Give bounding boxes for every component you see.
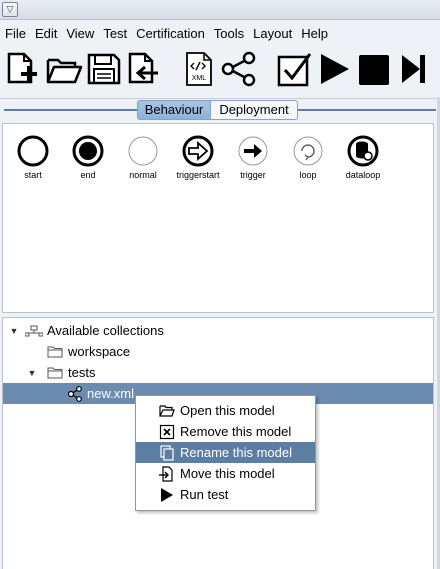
palette-label: end (80, 170, 96, 180)
tree-label-root: Available collections (47, 323, 164, 338)
menu-rename-model[interactable]: Rename this model (136, 442, 315, 463)
loop-node-icon (293, 136, 323, 166)
rename-copy-icon (160, 445, 174, 461)
validate-check-icon (277, 53, 312, 87)
toolbar: XML (0, 45, 440, 97)
palette-end[interactable]: end (60, 134, 116, 180)
palette-label: triggerstart (176, 170, 220, 180)
xml-file-icon: XML (186, 52, 212, 86)
node-palette: start end normal triggerstart trigger lo… (2, 123, 434, 313)
move-file-icon (159, 466, 173, 482)
menu-label-run: Run test (180, 487, 229, 502)
tree-label-workspace: workspace (68, 344, 131, 359)
open-folder-icon (46, 58, 83, 84)
menu-layout[interactable]: Layout (250, 26, 295, 41)
menu-run-test[interactable]: Run test (136, 484, 315, 505)
context-menu: Open this model Remove this model Rename… (135, 395, 316, 511)
start-node-icon (17, 135, 49, 167)
tab-behaviour[interactable]: Behaviour (137, 100, 211, 120)
menu-remove-model[interactable]: Remove this model (136, 421, 315, 442)
menu-label-rename: Rename this model (180, 445, 292, 460)
window-titlebar: ▽ (0, 0, 440, 20)
trigger-node-icon (238, 136, 268, 166)
palette-label: trigger (240, 170, 266, 180)
run-play-icon (321, 54, 349, 84)
save-icon (87, 53, 121, 85)
tree-label-tests: tests (68, 365, 96, 380)
graph-button[interactable] (220, 50, 258, 88)
menu-edit[interactable]: Edit (32, 26, 60, 41)
menu-label-remove: Remove this model (180, 424, 292, 439)
menu-label-move: Move this model (180, 466, 275, 481)
menu-help[interactable]: Help (298, 26, 331, 41)
folder-icon (47, 346, 63, 358)
menu-tools[interactable]: Tools (211, 26, 247, 41)
menu-label-open: Open this model (180, 403, 275, 418)
open-folder-icon (159, 405, 175, 417)
palette-dataloop[interactable]: dataloop (335, 134, 391, 180)
xml-icon-label: XML (192, 75, 207, 82)
expanded-triangle-icon[interactable]: ▼ (9, 326, 19, 336)
import-button[interactable] (125, 50, 163, 88)
menu-view[interactable]: View (63, 26, 97, 41)
palette-label: loop (299, 170, 317, 180)
stop-button[interactable] (356, 50, 394, 88)
normal-node-icon (128, 136, 158, 166)
palette-loop[interactable]: loop (280, 134, 336, 180)
new-model-button[interactable] (4, 50, 42, 88)
play-icon (161, 488, 173, 502)
palette-trigger[interactable]: trigger (225, 134, 281, 180)
step-end-button[interactable] (398, 50, 436, 88)
network-icon (25, 325, 43, 336)
triggerstart-node-icon (182, 135, 214, 167)
palette-label: normal (129, 170, 157, 180)
view-tabs: Behaviour Deployment (0, 99, 440, 121)
end-node-icon (72, 135, 104, 167)
dataloop-node-icon (347, 135, 379, 167)
menu-open-model[interactable]: Open this model (136, 400, 315, 421)
palette-start[interactable]: start (5, 134, 61, 180)
tree-item-workspace[interactable]: workspace (47, 341, 440, 362)
tree-label-file: new.xml (87, 386, 134, 401)
import-icon (128, 52, 158, 84)
xml-export-button[interactable]: XML (180, 50, 218, 88)
new-model-icon (7, 52, 37, 84)
run-button[interactable] (316, 50, 354, 88)
open-button[interactable] (45, 50, 83, 88)
menu-test[interactable]: Test (100, 26, 130, 41)
folder-open-icon (47, 367, 63, 379)
model-graph-icon (67, 385, 82, 402)
menu-certification[interactable]: Certification (133, 26, 208, 41)
stop-icon (359, 55, 389, 85)
remove-file-icon (159, 424, 175, 440)
menu-file[interactable]: File (2, 26, 29, 41)
menu-move-model[interactable]: Move this model (136, 463, 315, 484)
step-end-icon (402, 55, 425, 83)
save-button[interactable] (85, 50, 123, 88)
tree-item-root[interactable]: ▼ Available collections (9, 320, 439, 341)
window-menu-button[interactable]: ▽ (2, 2, 18, 17)
palette-label: dataloop (345, 170, 381, 180)
expanded-triangle-icon[interactable]: ▼ (27, 368, 37, 378)
share-graph-icon (221, 51, 256, 87)
tab-deployment[interactable]: Deployment (210, 100, 298, 120)
menubar: File Edit View Test Certification Tools … (0, 22, 440, 44)
palette-label: start (24, 170, 42, 180)
tree-item-tests[interactable]: ▼ tests (27, 362, 440, 383)
palette-normal[interactable]: normal (115, 134, 171, 180)
validate-button[interactable] (276, 50, 314, 88)
palette-triggerstart[interactable]: triggerstart (170, 134, 226, 180)
